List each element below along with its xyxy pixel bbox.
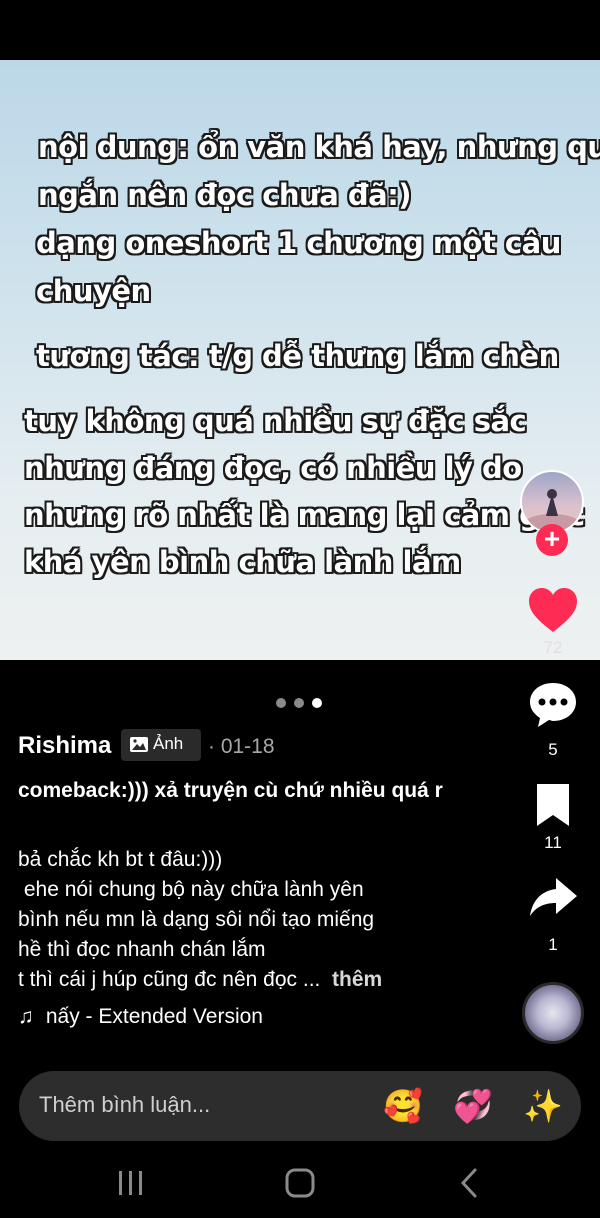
system-nav-bar (0, 1150, 600, 1218)
comment-bar[interactable]: Thêm bình luận... 🥰 💞 ✨ (19, 1071, 581, 1141)
author-name[interactable]: Rishima (18, 732, 111, 760)
photo-badge: Ảnh (121, 729, 201, 761)
bookmark-count: 11 (544, 833, 562, 852)
photo-text-line: nhưng đáng đọc, có nhiều lý do (24, 451, 522, 485)
like-heart-icon[interactable] (526, 584, 580, 638)
carousel-indicator (276, 698, 326, 710)
caption-text: bả chắc kh bt t đâu:))) ehe nói chung bộ… (18, 848, 375, 991)
music-note-icon: ♫ (18, 1005, 34, 1028)
home-icon[interactable] (284, 1167, 316, 1199)
bookmark-icon[interactable] (526, 778, 580, 832)
comment-icon[interactable] (526, 678, 580, 732)
carousel-dot-active (312, 698, 322, 708)
post-photo[interactable]: nội dung: ổn văn khá hay, nhưng quá ngắn… (0, 60, 600, 660)
music-row[interactable]: ♫ nấy - Extended Version (18, 1005, 263, 1029)
post-date: · 01-18 (208, 735, 275, 758)
back-icon[interactable] (454, 1167, 484, 1199)
recent-apps-icon[interactable] (116, 1168, 146, 1198)
photo-text-line: dạng oneshort 1 chương một câu (36, 226, 561, 260)
image-icon (130, 737, 148, 752)
caption-title: comeback:))) xả truyện cù chứ nhiều quá … (18, 779, 443, 802)
share-count: 1 (548, 935, 558, 954)
more-link[interactable]: thêm (332, 968, 382, 991)
emoji-revolving-hearts[interactable]: 💞 (453, 1087, 493, 1125)
photo-text-line: chuyện (36, 274, 151, 308)
status-bar (0, 0, 600, 60)
comment-count: 5 (548, 740, 558, 759)
music-title: nấy - Extended Version (45, 1005, 263, 1028)
share-arrow-icon[interactable] (526, 870, 580, 924)
like-count: 72 (543, 638, 563, 657)
carousel-dot (276, 698, 286, 708)
emoji-sparkles[interactable]: ✨ (523, 1087, 563, 1125)
emoji-smiling-hearts[interactable]: 🥰 (383, 1087, 423, 1125)
photo-text-line: tuy không quá nhiều sự đặc sắc (24, 404, 527, 438)
badge-label: Ảnh (153, 734, 184, 753)
caption-body[interactable]: bả chắc kh bt t đâu:))) ehe nói chung bộ… (18, 845, 478, 995)
comment-input[interactable]: Thêm bình luận... (39, 1092, 210, 1118)
photo-text-line: nhưng rõ nhất là mang lại cảm giác (24, 498, 585, 532)
photo-text-line: nội dung: ổn văn khá hay, nhưng quá (38, 130, 600, 164)
sound-disc[interactable] (522, 982, 584, 1044)
follow-button[interactable]: + (536, 524, 568, 556)
photo-text-line: ngắn nên đọc chưa đã:) (38, 178, 412, 212)
photo-text-line: khá yên bình chữa lành lắm (24, 545, 461, 579)
photo-text-line: tương tác: t/g dễ thưng lắm chèn (36, 339, 559, 373)
carousel-dot (294, 698, 304, 708)
